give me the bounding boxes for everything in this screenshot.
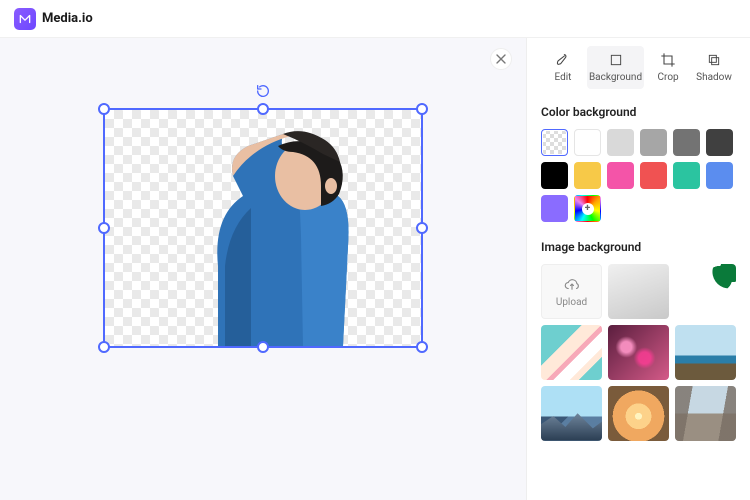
color-swatch-transparent[interactable] bbox=[541, 129, 568, 156]
brand-name: Media.io bbox=[42, 11, 93, 26]
resize-handle-bottom-center[interactable] bbox=[257, 341, 269, 353]
color-swatch-yellow[interactable] bbox=[574, 162, 601, 189]
color-swatch-black[interactable] bbox=[541, 162, 568, 189]
tab-label: Crop bbox=[658, 72, 679, 83]
image-backgrounds: Upload bbox=[541, 264, 736, 441]
color-swatch-pink[interactable] bbox=[607, 162, 634, 189]
brand-logo bbox=[14, 8, 36, 30]
image-selection[interactable] bbox=[103, 108, 423, 348]
cloud-upload-icon bbox=[563, 275, 581, 293]
resize-handle-middle-right[interactable] bbox=[416, 222, 428, 234]
tool-tabs: Edit Background Crop Shadow bbox=[541, 46, 736, 89]
resize-handle-top-left[interactable] bbox=[98, 103, 110, 115]
resize-handle-top-center[interactable] bbox=[257, 103, 269, 115]
crop-icon bbox=[660, 52, 676, 68]
color-swatch-grey3[interactable] bbox=[673, 129, 700, 156]
color-swatch-grey1[interactable] bbox=[607, 129, 634, 156]
main: Edit Background Crop Shadow Color backgr… bbox=[0, 38, 750, 500]
bg-thumb-gradient-grey[interactable] bbox=[608, 264, 669, 319]
bg-thumb-pastel-stripes[interactable] bbox=[541, 325, 602, 380]
bg-thumb-city-street[interactable] bbox=[675, 386, 736, 441]
person-cutout bbox=[133, 116, 393, 346]
tab-label: Edit bbox=[555, 72, 572, 83]
bg-thumb-bokeh-pink[interactable] bbox=[608, 325, 669, 380]
color-swatch-grey4[interactable] bbox=[706, 129, 733, 156]
upload-image-button[interactable]: Upload bbox=[541, 264, 602, 319]
bg-thumb-mountain-range[interactable] bbox=[541, 386, 602, 441]
resize-handle-middle-left[interactable] bbox=[98, 222, 110, 234]
color-section-title: Color background bbox=[541, 105, 736, 119]
square-icon bbox=[608, 52, 624, 68]
tab-crop[interactable]: Crop bbox=[646, 46, 690, 89]
tab-label: Background bbox=[589, 72, 642, 83]
canvas-area[interactable] bbox=[0, 38, 526, 500]
color-swatch-custom[interactable] bbox=[574, 195, 601, 222]
close-button[interactable] bbox=[490, 48, 512, 70]
subject-image bbox=[105, 110, 421, 346]
bg-thumb-coast-cliff[interactable] bbox=[675, 325, 736, 380]
resize-handle-bottom-right[interactable] bbox=[416, 341, 428, 353]
upload-label: Upload bbox=[556, 297, 587, 308]
sidebar: Edit Background Crop Shadow Color backgr… bbox=[526, 38, 750, 500]
resize-handle-bottom-left[interactable] bbox=[98, 341, 110, 353]
color-swatch-blue[interactable] bbox=[706, 162, 733, 189]
image-section-title: Image background bbox=[541, 240, 736, 254]
color-swatch-purple[interactable] bbox=[541, 195, 568, 222]
brush-icon bbox=[555, 52, 571, 68]
color-swatch-red[interactable] bbox=[640, 162, 667, 189]
color-swatch-teal[interactable] bbox=[673, 162, 700, 189]
color-swatch-white[interactable] bbox=[574, 129, 601, 156]
tab-label: Shadow bbox=[696, 72, 732, 83]
bg-thumb-desert-sunset[interactable] bbox=[608, 386, 669, 441]
tab-background[interactable]: Background bbox=[587, 46, 644, 89]
resize-handle-top-right[interactable] bbox=[416, 103, 428, 115]
rotate-handle[interactable] bbox=[254, 82, 272, 100]
bg-thumb-leaves-white[interactable] bbox=[675, 264, 736, 319]
shadow-icon bbox=[706, 52, 722, 68]
color-swatches bbox=[541, 129, 736, 222]
app-header: Media.io bbox=[0, 0, 750, 38]
color-swatch-grey2[interactable] bbox=[640, 129, 667, 156]
tab-edit[interactable]: Edit bbox=[541, 46, 585, 89]
tab-shadow[interactable]: Shadow bbox=[692, 46, 736, 89]
